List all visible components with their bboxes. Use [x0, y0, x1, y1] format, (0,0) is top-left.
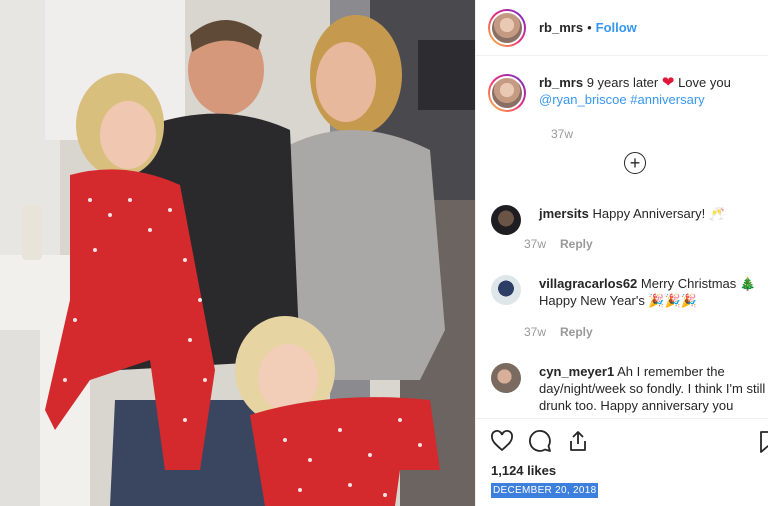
comment-text: cyn_meyer1 Ah I remember the day/night/w…: [539, 363, 766, 414]
share-icon[interactable]: [566, 429, 590, 453]
section-divider: [476, 418, 768, 419]
post-caption: rb_mrs 9 years later ❤ Love you @ryan_br…: [488, 74, 763, 141]
author-avatar[interactable]: [488, 8, 526, 47]
post-photo: [0, 0, 475, 506]
post-side-panel: rb_mrs • Follow rb_mrs 9 years later ❤ L…: [475, 0, 768, 506]
comment-item: villagracarlos62 Merry Christmas 🎄 Happy…: [491, 275, 766, 309]
comment-avatar[interactable]: [491, 275, 521, 305]
comment-timestamp[interactable]: 37w: [524, 325, 546, 339]
comment-username[interactable]: cyn_meyer1: [539, 364, 614, 379]
comment-timestamp[interactable]: 37w: [524, 237, 546, 251]
separator-dot: •: [587, 20, 592, 35]
comment-message: Happy Anniversary! 🥂: [592, 206, 726, 221]
comment-item: cyn_meyer1 Ah I remember the day/night/w…: [491, 363, 766, 414]
reply-button[interactable]: Reply: [560, 237, 593, 251]
comment-item: jmersits Happy Anniversary! 🥂: [491, 205, 766, 235]
action-bar: [490, 429, 590, 453]
comment-avatar[interactable]: [491, 363, 521, 393]
comment-avatar[interactable]: [491, 205, 521, 235]
post-header: rb_mrs • Follow: [476, 0, 768, 56]
comment-text: jmersits Happy Anniversary! 🥂: [539, 205, 725, 235]
comment-username[interactable]: jmersits: [539, 206, 589, 221]
post-date[interactable]: DECEMBER 20, 2018: [491, 483, 599, 498]
caption-text: rb_mrs 9 years later ❤ Love you @ryan_br…: [539, 74, 731, 112]
plus-circle-icon[interactable]: +: [624, 152, 646, 174]
author-username[interactable]: rb_mrs: [539, 20, 583, 35]
caption-username[interactable]: rb_mrs: [539, 75, 583, 90]
caption-message: 9 years later: [586, 75, 659, 90]
reply-button[interactable]: Reply: [560, 325, 593, 339]
likes-count[interactable]: 1,124 likes: [491, 463, 556, 478]
caption-hashtag-link[interactable]: #anniversary: [630, 92, 704, 107]
comment-bubble-icon[interactable]: [528, 429, 552, 453]
comment-meta: 37w Reply: [524, 237, 593, 251]
comment-username[interactable]: villagracarlos62: [539, 276, 637, 291]
comment-text: villagracarlos62 Merry Christmas 🎄 Happy…: [539, 275, 766, 309]
caption-love: Love you: [678, 75, 731, 90]
caption-timestamp[interactable]: 37w: [551, 127, 573, 141]
caption-avatar[interactable]: [488, 74, 526, 112]
bookmark-icon[interactable]: [758, 430, 768, 454]
caption-mention-link[interactable]: @ryan_briscoe: [539, 92, 627, 107]
comment-meta: 37w Reply: [524, 325, 593, 339]
family-photo-image: [0, 0, 475, 506]
follow-button[interactable]: Follow: [596, 20, 637, 35]
red-heart-emoji: ❤: [661, 74, 675, 91]
heart-outline-icon[interactable]: [490, 429, 514, 453]
